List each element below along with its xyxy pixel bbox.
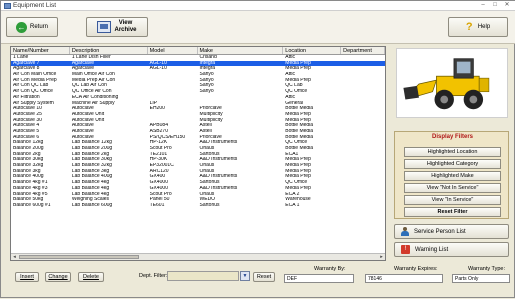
service-person-list-button[interactable]: Service Person List xyxy=(394,224,509,239)
display-filters-title: Display Filters xyxy=(431,134,473,140)
change-button[interactable]: Change xyxy=(45,272,71,282)
view-archive-button[interactable]: View Archive xyxy=(86,17,148,37)
equipment-photo xyxy=(396,48,508,118)
delete-button[interactable]: Delete xyxy=(78,272,104,282)
scroll-right-icon[interactable]: ▸ xyxy=(378,254,385,260)
table-cell: TE601 xyxy=(149,202,165,208)
warning-icon: ! xyxy=(401,245,410,254)
scrollbar-thumb[interactable] xyxy=(19,255,139,259)
help-button[interactable]: ? Help xyxy=(448,17,508,37)
return-button[interactable]: ← Return xyxy=(6,17,58,37)
column-header[interactable]: Department xyxy=(341,47,385,54)
table-header: Name/Number Description Model Make Locat… xyxy=(11,47,385,55)
column-header[interactable]: Description xyxy=(70,47,148,54)
reset-filter-button[interactable]: Reset Filter xyxy=(404,207,501,217)
highlighted-make-button[interactable]: Highlighted Make xyxy=(404,171,501,181)
table-cell: Lab Balance 600g xyxy=(71,202,113,208)
maximize-button[interactable]: □ xyxy=(490,1,500,10)
highlighted-category-button[interactable]: Highlighted Category xyxy=(404,159,501,169)
table-cell: Sartorius xyxy=(199,202,220,208)
column-header[interactable]: Make xyxy=(198,47,284,54)
person-icon xyxy=(401,227,409,236)
dept-filter-input[interactable] xyxy=(167,271,239,281)
toolbar: ← Return View Archive ? Help xyxy=(1,11,515,44)
column-header[interactable]: Name/Number xyxy=(11,47,70,54)
archive-label-line1: View xyxy=(118,20,133,26)
column-header[interactable]: Location xyxy=(283,47,342,54)
warning-list-button[interactable]: ! Warning List xyxy=(394,242,509,257)
table-body: 1 Lane 1 Lane Dish Filler Crisand Attic Agar… xyxy=(11,55,385,209)
help-label: Help xyxy=(477,24,491,30)
archive-label-line2: Archive xyxy=(114,27,137,33)
dept-filter-label: Dept. Filter: xyxy=(139,273,168,279)
highlighted-location-button[interactable]: Highlighted Location xyxy=(404,147,501,157)
reset-button[interactable]: Reset xyxy=(253,272,275,282)
wheel-loader-image xyxy=(397,49,507,117)
minimize-button[interactable]: – xyxy=(478,1,488,10)
service-person-label: Service Person List xyxy=(414,228,466,235)
warranty-by-field: DEF xyxy=(284,274,354,283)
display-filters-panel: Display Filters Highlighted Location Hig… xyxy=(394,131,509,219)
equipment-table[interactable]: Name/Number Description Model Make Locat… xyxy=(10,46,386,261)
view-in-service-button[interactable]: View "In Service" xyxy=(404,195,501,205)
horizontal-scrollbar[interactable]: ◂ ▸ xyxy=(11,253,385,260)
chevron-down-icon[interactable]: ▼ xyxy=(240,271,250,281)
arrow-left-icon: ← xyxy=(15,21,27,33)
warranty-expires-field: 78146 xyxy=(365,274,443,283)
warranty-type-label: Warranty Type: xyxy=(468,266,505,272)
warranty-type-field: Parts Only xyxy=(452,274,510,283)
insert-button[interactable]: Insert xyxy=(15,272,39,282)
bottom-bar: Insert Change Delete Dept. Filter: ▼ Res… xyxy=(1,264,515,299)
window-title: Equipment List xyxy=(13,2,56,9)
warning-list-label: Warning List xyxy=(415,246,449,253)
return-label: Return xyxy=(29,24,48,30)
table-cell: Balance 600g #1 xyxy=(13,202,51,208)
table-row[interactable]: Balance 600g #1 Lab Balance 600g TE601 Sart… xyxy=(11,203,385,209)
column-header[interactable]: Model xyxy=(148,47,198,54)
question-icon: ? xyxy=(465,20,473,33)
table-cell: ECA 1 xyxy=(285,202,300,208)
scroll-left-icon[interactable]: ◂ xyxy=(11,254,18,260)
warranty-by-label: Warranty By: xyxy=(314,266,346,272)
warranty-expires-label: Warranty Expires: xyxy=(394,266,438,272)
archive-icon xyxy=(97,21,112,33)
equipment-list-window: Equipment List – □ ✕ ← Return View Archi… xyxy=(0,0,515,298)
close-button[interactable]: ✕ xyxy=(502,1,512,10)
title-bar: Equipment List – □ ✕ xyxy=(1,1,515,11)
view-not-in-service-button[interactable]: View "Not In Service" xyxy=(404,183,501,193)
app-icon xyxy=(4,3,11,9)
archive-label: View Archive xyxy=(114,20,136,34)
table-cell xyxy=(341,203,385,209)
